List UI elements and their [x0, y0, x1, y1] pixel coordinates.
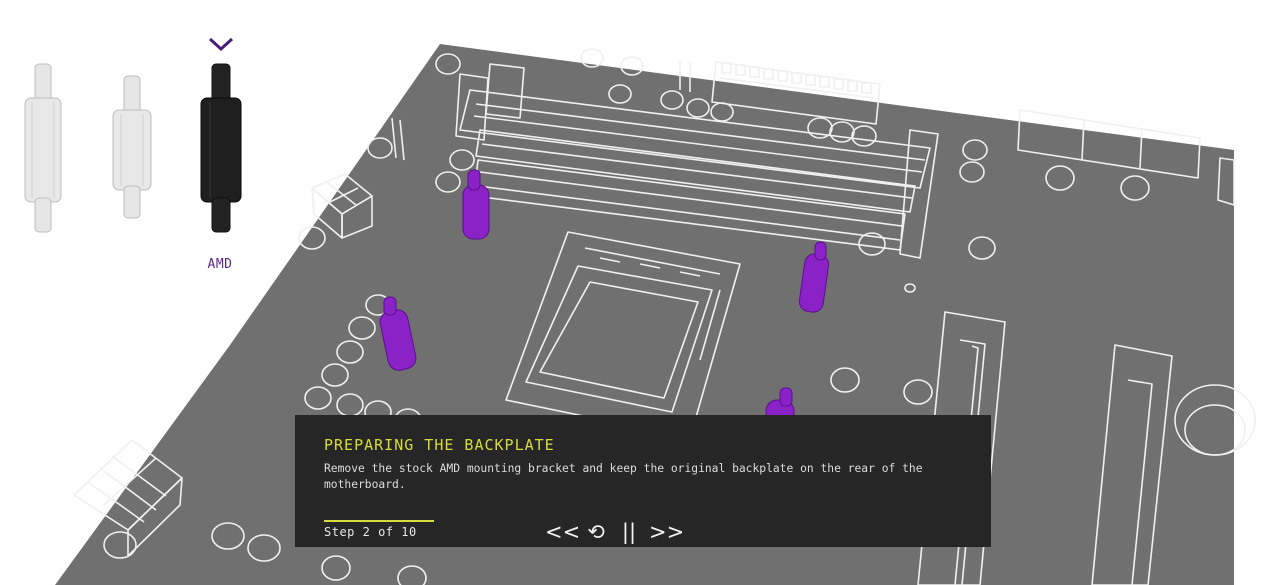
step-progress-bar — [324, 520, 434, 522]
next-icon[interactable]: >> — [649, 519, 684, 545]
standoff-picker: AMD — [0, 0, 270, 290]
replay-icon[interactable]: ⟲ — [583, 519, 609, 545]
step-counter: Step 2 of 10 — [324, 525, 417, 539]
standoff-selected-label: AMD — [207, 257, 233, 272]
standoff-option-amd-black[interactable] — [198, 62, 244, 234]
pause-icon[interactable]: || — [619, 519, 639, 545]
standoff-option-silver-short[interactable] — [110, 74, 154, 220]
step-description: Remove the stock AMD mounting bracket an… — [324, 462, 923, 491]
step-title: PREPARING THE BACKPLATE — [324, 436, 555, 454]
chevron-down-icon[interactable] — [208, 36, 234, 52]
step-progress-fill — [324, 520, 434, 522]
instruction-panel: PREPARING THE BACKPLATE Remove the stock… — [295, 415, 991, 547]
previous-icon[interactable]: << — [545, 519, 580, 545]
standoff-option-silver-long[interactable] — [22, 62, 64, 234]
